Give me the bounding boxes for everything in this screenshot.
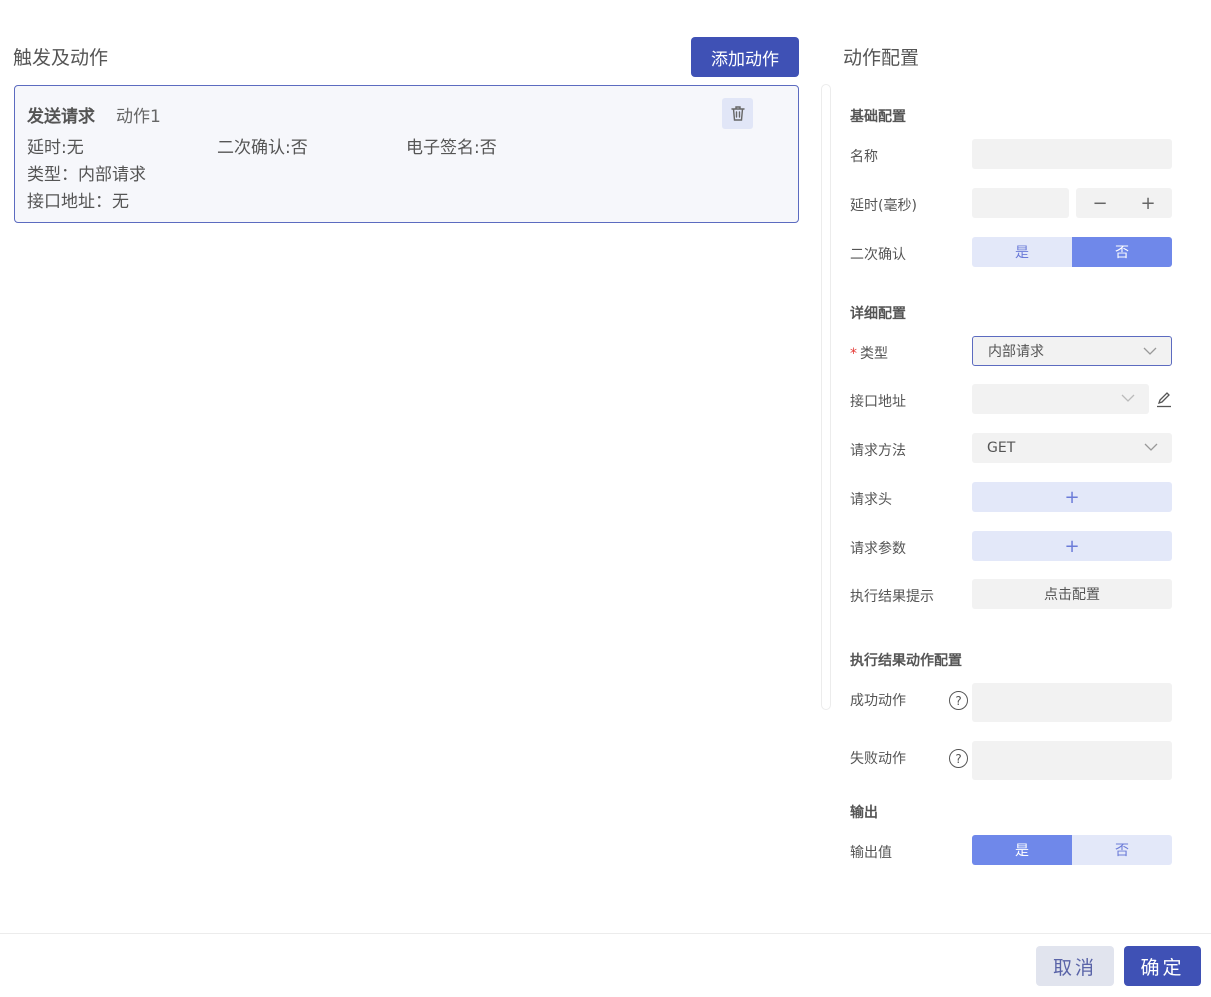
action-config-dialog: 触发及动作 添加动作 发送请求 动作1 延时:无 二次确认:否 电子签名:否 类…: [0, 0, 1211, 997]
edit-icon[interactable]: [1156, 391, 1172, 408]
required-mark: *: [850, 346, 857, 362]
chevron-down-icon: [1143, 347, 1157, 355]
action-config-title: 动作配置: [843, 47, 920, 69]
add-action-button[interactable]: 添加动作: [691, 37, 799, 77]
action-delay: 延时:无: [27, 138, 84, 158]
type-select[interactable]: 内部请求: [972, 336, 1172, 366]
confirm-toggle: 是 否: [972, 237, 1172, 267]
output-no-option[interactable]: 否: [1072, 835, 1172, 865]
confirm-label: 二次确认: [850, 247, 906, 263]
output-section: 输出: [850, 805, 878, 821]
action-kind: 类型：内部请求: [27, 165, 146, 185]
result-tip-label: 执行结果提示: [850, 589, 934, 605]
delete-action-button[interactable]: [722, 98, 753, 129]
add-header-button[interactable]: +: [972, 482, 1172, 512]
output-toggle: 是 否: [972, 835, 1172, 865]
action-confirm: 二次确认:否: [217, 138, 308, 158]
action-name: 动作1: [116, 107, 161, 127]
help-icon[interactable]: ?: [949, 691, 968, 710]
name-label: 名称: [850, 149, 878, 165]
chevron-down-icon: [1121, 394, 1135, 402]
detail-config-section: 详细配置: [850, 306, 906, 322]
confirm-button[interactable]: 确定: [1124, 946, 1201, 986]
footer-divider: [0, 933, 1211, 934]
output-value-label: 输出值: [850, 845, 892, 861]
trash-icon: [730, 106, 745, 121]
method-label: 请求方法: [850, 443, 906, 459]
type-label: * 类型: [850, 343, 888, 363]
method-select-value: GET: [987, 440, 1016, 456]
minus-button[interactable]: −: [1092, 193, 1107, 214]
result-actions-section: 执行结果动作配置: [850, 653, 962, 669]
delay-input[interactable]: [972, 188, 1069, 218]
success-action-label: 成功动作: [850, 693, 906, 709]
api-select[interactable]: [972, 384, 1149, 414]
scrollbar[interactable]: [821, 84, 831, 710]
action-api: 接口地址：无: [27, 192, 129, 212]
basic-config-section: 基础配置: [850, 109, 906, 125]
confirm-yes-option[interactable]: 是: [972, 237, 1072, 267]
name-input[interactable]: [972, 139, 1172, 169]
triggers-actions-title: 触发及动作: [13, 47, 109, 69]
delay-stepper: − +: [1076, 188, 1172, 218]
fail-action-input[interactable]: [972, 741, 1172, 780]
help-icon[interactable]: ?: [949, 749, 968, 768]
result-tip-config-button[interactable]: 点击配置: [972, 579, 1172, 609]
method-select[interactable]: GET: [972, 433, 1172, 463]
fail-action-label: 失败动作: [850, 751, 906, 767]
success-action-input[interactable]: [972, 683, 1172, 722]
action-esign: 电子签名:否: [406, 138, 497, 158]
params-label: 请求参数: [850, 541, 906, 557]
type-select-value: 内部请求: [988, 344, 1044, 360]
chevron-down-icon: [1144, 443, 1158, 451]
plus-button[interactable]: +: [1140, 193, 1155, 214]
type-label-text: 类型: [860, 346, 888, 362]
delay-label: 延时(毫秒): [850, 198, 917, 214]
add-param-button[interactable]: +: [972, 531, 1172, 561]
action-type: 发送请求: [27, 107, 95, 127]
cancel-button[interactable]: 取消: [1036, 946, 1114, 986]
headers-label: 请求头: [850, 492, 892, 508]
output-yes-option[interactable]: 是: [972, 835, 1072, 865]
action-card[interactable]: 发送请求 动作1 延时:无 二次确认:否 电子签名:否 类型：内部请求 接口地址…: [14, 85, 799, 223]
confirm-no-option[interactable]: 否: [1072, 237, 1172, 267]
api-label: 接口地址: [850, 394, 906, 410]
